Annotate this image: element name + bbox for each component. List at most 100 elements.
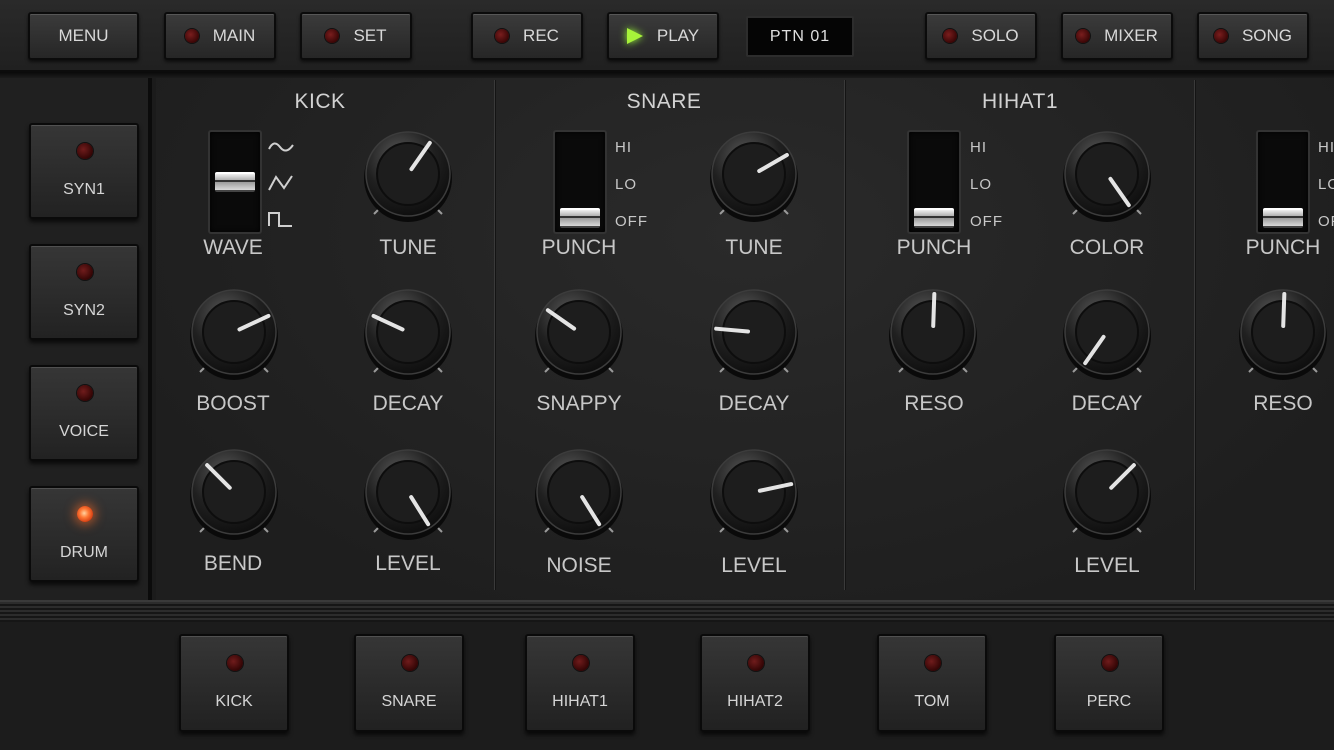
hihat1-punch-lo: LO (970, 176, 993, 193)
saw-wave-icon (268, 175, 293, 191)
main-button-label: MAIN (212, 26, 256, 45)
partial-reso-knob[interactable] (1235, 286, 1331, 382)
instrument-sidebar: SYN1 SYN2 VOICE DRUM (0, 78, 152, 600)
partial-punch-lo: LO (1318, 176, 1334, 193)
snare-tune-label: TUNE (725, 236, 783, 259)
song-button[interactable]: SONG (1197, 12, 1309, 60)
play-button-label: PLAY (656, 26, 700, 45)
snare-decay-label: DECAY (718, 392, 790, 415)
mixer-led-icon (1076, 29, 1091, 43)
syn1-led-icon (77, 143, 93, 159)
snare-punch-off: OFF (615, 213, 648, 230)
mixer-button[interactable]: MIXER (1061, 12, 1173, 60)
song-button-label: SONG (1241, 26, 1293, 45)
solo-button-label: SOLO (971, 26, 1019, 45)
sidebar-item-syn1[interactable]: SYN1 (29, 123, 139, 219)
kick-level-knob[interactable] (360, 446, 456, 542)
rec-button-label: REC (523, 26, 559, 45)
drum-led-icon (77, 506, 93, 522)
kick-boost-knob[interactable] (186, 286, 282, 382)
voice-button-hihat2[interactable]: HIHAT2 (700, 634, 810, 732)
hihat1-reso-knob[interactable] (885, 286, 981, 382)
voice-button-label: TOM (914, 693, 950, 710)
snare-snappy-knob[interactable] (531, 286, 627, 382)
hihat1-level-knob[interactable] (1059, 446, 1155, 542)
snare-snappy-label: SNAPPY (536, 392, 622, 415)
snare-punch-lo: LO (615, 176, 638, 193)
snare-punch-label: PUNCH (541, 236, 617, 259)
snare-noise-knob[interactable] (531, 446, 627, 542)
hihat1-punch-switch-thumb[interactable] (914, 208, 954, 228)
hihat2-led-icon (748, 655, 764, 671)
voice-button-label: HIHAT2 (727, 693, 783, 710)
snare-level-knob[interactable] (706, 446, 802, 542)
snare-decay-knob[interactable] (706, 286, 802, 382)
kick-bend-knob[interactable] (186, 446, 282, 542)
voice-button-hihat1[interactable]: HIHAT1 (525, 634, 635, 732)
section-divider (844, 80, 846, 590)
pattern-display[interactable]: PTN 01 (746, 16, 854, 57)
hihat1-color-knob[interactable] (1059, 128, 1155, 224)
perc-led-icon (1102, 655, 1118, 671)
snare-level-label: LEVEL (721, 554, 787, 577)
main-button[interactable]: MAIN (164, 12, 276, 60)
pattern-display-value: PTN 01 (769, 27, 831, 45)
kick-tune-knob[interactable] (360, 128, 456, 224)
panel-bottom-edge (0, 600, 1334, 622)
voice-button-label: SNARE (381, 693, 437, 710)
voice-led-icon (77, 385, 93, 401)
kick-level-label: LEVEL (375, 552, 441, 575)
play-button[interactable]: PLAY (607, 12, 719, 60)
kick-decay-label: DECAY (372, 392, 444, 415)
top-toolbar: MENU MAIN SET REC PLAY PTN 01 SOLO MIXER… (0, 0, 1334, 72)
hihat1-decay-label: DECAY (1071, 392, 1143, 415)
snare-punch-hi: HI (615, 139, 632, 156)
voice-button-snare[interactable]: SNARE (354, 634, 464, 732)
kick-wave-switch-thumb[interactable] (215, 172, 255, 192)
kick-wave-label: WAVE (203, 236, 263, 259)
hihat1-level-label: LEVEL (1074, 554, 1140, 577)
set-led-icon (325, 29, 340, 43)
kick-tune-label: TUNE (379, 236, 437, 259)
sidebar-item-voice[interactable]: VOICE (29, 365, 139, 461)
partial-reso-label: RESO (1253, 392, 1313, 415)
hihat1-punch-switch[interactable] (907, 130, 961, 234)
menu-button-label: MENU (58, 26, 109, 45)
rec-button[interactable]: REC (471, 12, 583, 60)
voice-button-perc[interactable]: PERC (1054, 634, 1164, 732)
voice-button-kick[interactable]: KICK (179, 634, 289, 732)
voice-button-label: PERC (1086, 693, 1132, 710)
kick-section-title: KICK (294, 90, 346, 113)
sidebar-item-label: SYN1 (63, 181, 105, 198)
sidebar-item-label: VOICE (59, 423, 109, 440)
sidebar-item-drum[interactable]: DRUM (29, 486, 139, 582)
voice-button-label: HIHAT1 (552, 693, 608, 710)
solo-led-icon (943, 29, 958, 43)
voice-button-tom[interactable]: TOM (877, 634, 987, 732)
rec-led-icon (495, 29, 510, 43)
sine-wave-icon (268, 142, 294, 152)
partial-punch-switch[interactable] (1256, 130, 1310, 234)
drum-parameter-panel: KICK WAVE TUNE BOOST DECAY BEND LEVEL SN… (156, 78, 1334, 600)
snare-tune-knob[interactable] (706, 128, 802, 224)
tom-led-icon (925, 655, 941, 671)
section-divider (494, 80, 496, 590)
set-button[interactable]: SET (300, 12, 412, 60)
snare-punch-switch[interactable] (553, 130, 607, 234)
square-wave-icon (268, 212, 292, 227)
menu-button[interactable]: MENU (28, 12, 139, 60)
play-icon (626, 28, 643, 44)
syn2-led-icon (77, 264, 93, 280)
snare-section-title: SNARE (626, 90, 702, 113)
kick-bend-label: BEND (203, 552, 263, 575)
kick-decay-knob[interactable] (360, 286, 456, 382)
partial-punch-switch-thumb[interactable] (1263, 208, 1303, 228)
snare-punch-switch-thumb[interactable] (560, 208, 600, 228)
kick-wave-switch[interactable] (208, 130, 262, 234)
sidebar-item-syn2[interactable]: SYN2 (29, 244, 139, 340)
hihat1-decay-knob[interactable] (1059, 286, 1155, 382)
hihat1-color-label: COLOR (1069, 236, 1145, 259)
hihat1-punch-hi: HI (970, 139, 987, 156)
solo-button[interactable]: SOLO (925, 12, 1037, 60)
hihat1-reso-label: RESO (904, 392, 964, 415)
